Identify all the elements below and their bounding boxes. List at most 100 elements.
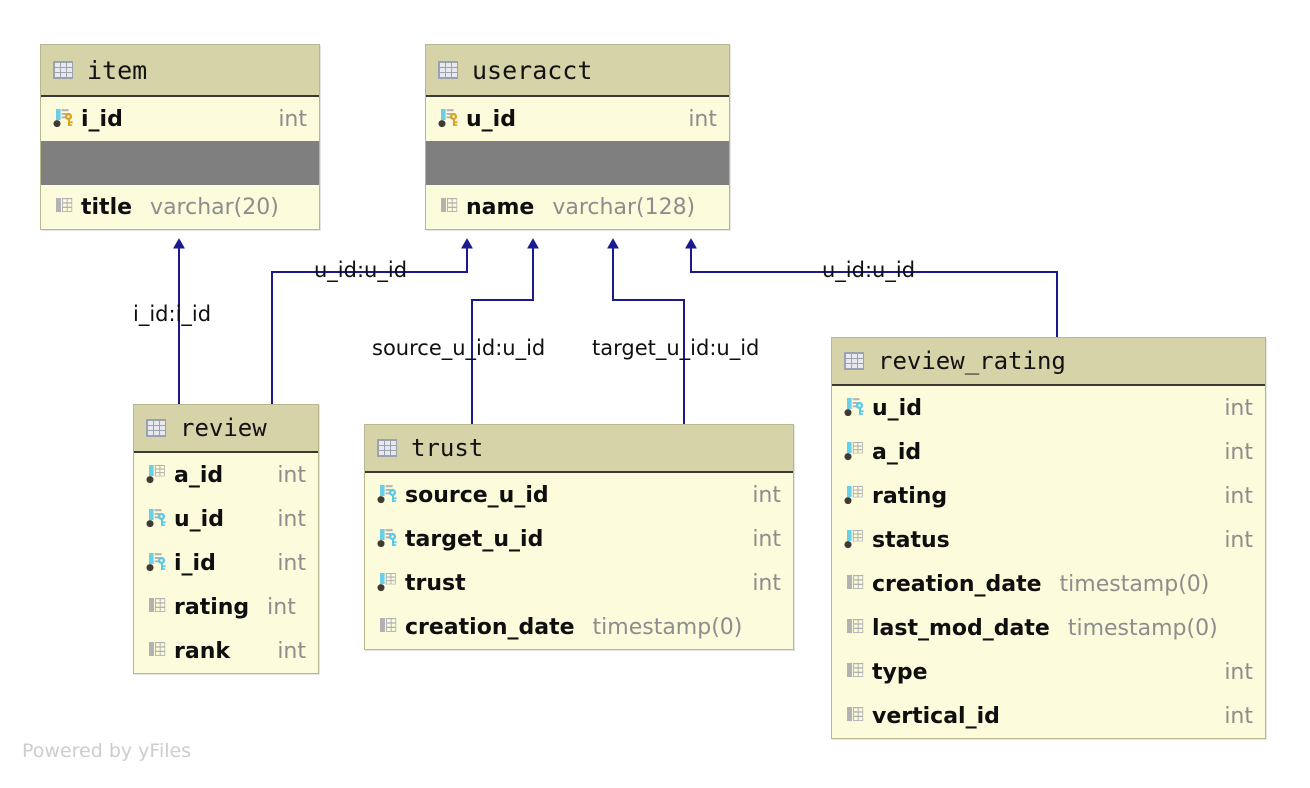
attribute-row[interactable]: trust int — [365, 561, 793, 605]
attribute-name: status — [872, 527, 950, 553]
attribute-type: timestamp(0) — [1067, 615, 1218, 641]
attribute-row[interactable]: status int — [832, 518, 1265, 562]
column-icon — [847, 619, 864, 633]
attribute-row[interactable]: name varchar(128) — [426, 185, 729, 229]
attribute-row[interactable]: creation_date timestamp(0) — [832, 562, 1265, 606]
indexed-column-icon — [844, 486, 863, 505]
attribute-type: int — [752, 526, 781, 552]
attribute-name: source_u_id — [405, 482, 549, 508]
attribute-type: varchar(128) — [552, 194, 696, 220]
attribute-name: creation_date — [872, 571, 1042, 597]
attribute-type: int — [1224, 395, 1253, 421]
foreign-key-icon — [844, 398, 864, 417]
attribute-name: creation_date — [405, 614, 575, 640]
column-icon — [441, 198, 458, 212]
attribute-name: i_id — [174, 550, 216, 576]
attribute-row[interactable]: creation_date timestamp(0) — [365, 605, 793, 649]
attribute-name: u_id — [466, 106, 516, 132]
entity-header-item[interactable]: item — [41, 45, 319, 97]
attribute-row[interactable]: u_id int — [426, 97, 729, 141]
attribute-row[interactable]: u_id int — [832, 386, 1265, 430]
attribute-type: int — [688, 106, 717, 132]
edge-trust-target-useracct[interactable] — [607, 238, 685, 424]
entity-header-review[interactable]: review — [134, 405, 318, 453]
entity-header-review_rating[interactable]: review_rating — [832, 338, 1265, 386]
entity-separator — [426, 141, 729, 185]
primary-key-icon — [438, 109, 458, 128]
indexed-column-icon — [146, 465, 165, 484]
attribute-name: trust — [405, 570, 466, 596]
attribute-row[interactable]: rating int — [832, 474, 1265, 518]
attribute-type: int — [277, 550, 306, 576]
foreign-key-icon — [146, 553, 166, 572]
attribute-row[interactable]: u_id int — [134, 497, 318, 541]
attribute-name: a_id — [872, 439, 922, 465]
foreign-key-icon — [377, 529, 397, 548]
attribute-name: last_mod_date — [872, 615, 1050, 641]
attribute-row[interactable]: rating int — [134, 585, 318, 629]
edge-label-trust-source-useracct: source_u_id:u_id — [372, 336, 546, 360]
attribute-row[interactable]: vertical_id int — [832, 694, 1265, 738]
yfiles-watermark: Powered by yFiles — [22, 740, 192, 762]
attribute-row[interactable]: source_u_id int — [365, 473, 793, 517]
column-icon — [847, 575, 864, 589]
entity-body-review_rating: u_id int a_id int rating int status int creation… — [832, 386, 1265, 738]
entity-title: review — [180, 414, 267, 442]
entity-table-useracct[interactable]: useracct u_id int name varchar(128) — [425, 44, 730, 230]
attribute-name: target_u_id — [405, 526, 544, 552]
attribute-row[interactable]: target_u_id int — [365, 517, 793, 561]
attribute-type: timestamp(0) — [1059, 571, 1210, 597]
attribute-name: rating — [174, 594, 250, 620]
edge-label-reviewrating-useracct: u_id:u_id — [822, 258, 916, 282]
attribute-type: int — [1224, 527, 1253, 553]
foreign-key-icon — [146, 509, 166, 528]
column-icon — [149, 642, 166, 656]
entity-header-useracct[interactable]: useracct — [426, 45, 729, 97]
column-icon — [380, 618, 397, 632]
attribute-type: int — [277, 638, 306, 664]
attribute-row[interactable]: type int — [832, 650, 1265, 694]
indexed-column-icon — [377, 573, 396, 592]
primary-key-icon — [53, 109, 73, 128]
table-grid-icon — [844, 352, 864, 370]
column-icon — [847, 707, 864, 721]
table-grid-icon — [53, 61, 73, 79]
attribute-row[interactable]: a_id int — [832, 430, 1265, 474]
attribute-name: name — [466, 194, 535, 220]
entity-body-useracct: u_id int name varchar(128) — [426, 97, 729, 229]
attribute-row[interactable]: rank int — [134, 629, 318, 673]
attribute-name: rank — [174, 638, 230, 664]
attribute-row[interactable]: i_id int — [134, 541, 318, 585]
entity-table-item[interactable]: item i_id int title varchar(20) — [40, 44, 320, 230]
attribute-row[interactable]: i_id int — [41, 97, 319, 141]
attribute-name: u_id — [174, 506, 224, 532]
entity-table-trust[interactable]: trust source_u_id int target_u_id int trust in… — [364, 424, 794, 650]
column-icon — [56, 198, 73, 212]
attribute-type: int — [278, 106, 307, 132]
attribute-type: int — [752, 570, 781, 596]
entity-title: review_rating — [878, 347, 1066, 375]
attribute-row[interactable]: title varchar(20) — [41, 185, 319, 229]
foreign-key-icon — [377, 485, 397, 504]
attribute-type: timestamp(0) — [592, 614, 743, 640]
entity-body-review: a_id int u_id int i_id int rating int rank int — [134, 453, 318, 673]
attribute-type: int — [1224, 703, 1253, 729]
entity-title: trust — [411, 434, 484, 462]
attribute-type: int — [267, 594, 296, 620]
entity-header-trust[interactable]: trust — [365, 425, 793, 473]
table-grid-icon — [377, 439, 397, 457]
attribute-name: type — [872, 659, 928, 685]
table-grid-icon — [438, 61, 458, 79]
entity-table-review_rating[interactable]: review_rating u_id int a_id int rating int stat… — [831, 337, 1266, 739]
attribute-row[interactable]: a_id int — [134, 453, 318, 497]
edge-trust-source-useracct[interactable] — [471, 238, 539, 424]
attribute-name: a_id — [174, 462, 224, 488]
attribute-type: varchar(20) — [150, 194, 279, 220]
edge-label-review-useracct: u_id:u_id — [314, 258, 408, 282]
entity-separator — [41, 141, 319, 185]
edge-label-trust-target-useracct: target_u_id:u_id — [592, 336, 760, 360]
entity-body-item: i_id int title varchar(20) — [41, 97, 319, 229]
attribute-row[interactable]: last_mod_date timestamp(0) — [832, 606, 1265, 650]
column-icon — [847, 663, 864, 677]
entity-table-review[interactable]: review a_id int u_id int i_id int rating int rank… — [133, 404, 319, 674]
